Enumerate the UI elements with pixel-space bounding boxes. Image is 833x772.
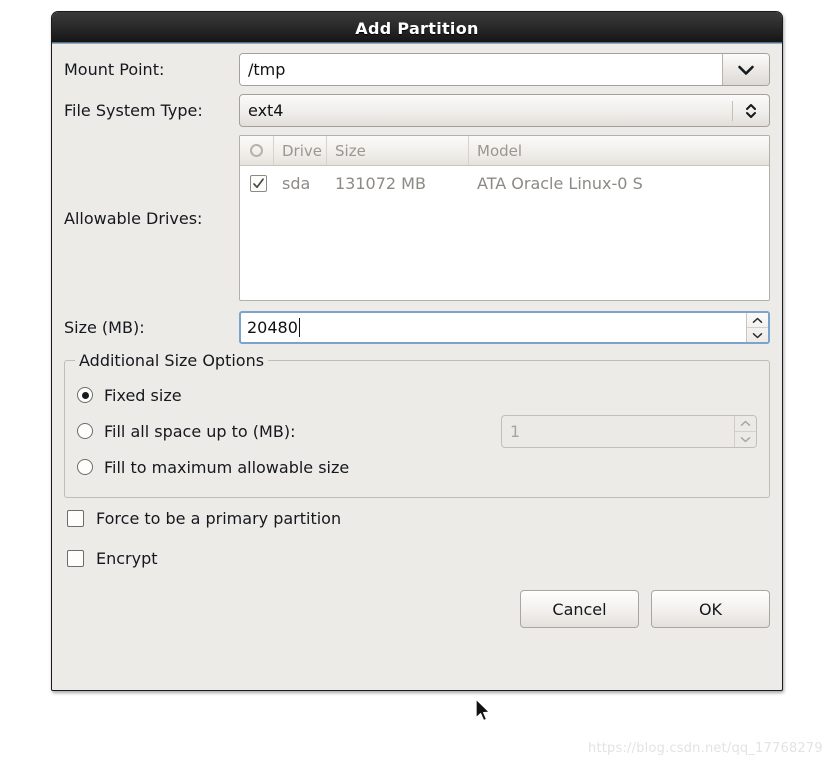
allowable-drives-row: Allowable Drives: Drive Size Model sda 1…	[64, 135, 770, 301]
fill-up-to-input: 1	[510, 421, 521, 441]
drives-header-model[interactable]: Model	[469, 136, 769, 165]
checkbox-force-primary[interactable]	[67, 509, 84, 527]
fill-up-to-spin-up-button	[735, 416, 756, 432]
chevron-up-icon	[740, 420, 751, 426]
chevron-down-icon	[740, 436, 751, 442]
drive-row-size: 131072 MB	[335, 173, 426, 193]
checkbox-row-force-primary[interactable]: Force to be a primary partition	[67, 498, 770, 538]
size-spin-buttons[interactable]	[746, 313, 768, 342]
dialog-title: Add Partition	[355, 18, 479, 38]
drive-row-model: ATA Oracle Linux-0 S	[477, 173, 643, 193]
fill-up-to-spinbox: 1	[501, 414, 757, 448]
dialog-body: Mount Point: /tmp File System Type: ext4	[52, 44, 782, 690]
cancel-button[interactable]: Cancel	[520, 590, 639, 628]
radio-label-fill-up-to: Fill all space up to (MB):	[104, 421, 296, 441]
drives-header-check[interactable]	[240, 136, 274, 165]
allowable-drives-list[interactable]: Drive Size Model sda 131072 MB ATA Oracl…	[239, 135, 770, 301]
size-label: Size (MB):	[64, 317, 145, 337]
drive-row-checkbox-cell[interactable]	[240, 166, 274, 200]
filesystem-type-dropdown-button[interactable]	[733, 101, 769, 121]
mouse-cursor-icon	[475, 698, 491, 722]
table-row[interactable]: sda 131072 MB ATA Oracle Linux-0 S	[240, 166, 769, 200]
dialog-button-bar: Cancel OK	[64, 590, 770, 628]
filesystem-type-row: File System Type: ext4	[64, 94, 770, 127]
chevron-up-icon	[752, 317, 763, 323]
filesystem-type-value: ext4	[248, 101, 284, 120]
add-partition-dialog: Add Partition Mount Point: /tmp File Sys…	[51, 11, 783, 691]
size-row: Size (MB): 20480	[64, 311, 770, 344]
chevron-up-down-icon	[746, 103, 756, 118]
size-input-value: 20480	[247, 318, 298, 337]
radio-row-fill-up-to[interactable]: Fill all space up to (MB): 1	[77, 413, 757, 449]
checkbox-checked-icon[interactable]	[250, 174, 267, 192]
ok-button[interactable]: OK	[651, 590, 770, 628]
size-spin-down-button[interactable]	[747, 328, 768, 342]
drives-header-drive[interactable]: Drive	[274, 136, 327, 165]
checkbox-encrypt[interactable]	[67, 549, 84, 567]
radio-selected-dot	[81, 391, 89, 399]
radio-row-fixed-size[interactable]: Fixed size	[77, 377, 757, 413]
screen-root: Add Partition Mount Point: /tmp File Sys…	[0, 0, 833, 772]
text-caret	[298, 318, 300, 337]
radio-label-fill-maximum: Fill to maximum allowable size	[104, 457, 350, 477]
fill-up-to-spin-buttons	[734, 415, 756, 447]
mount-point-input[interactable]: /tmp	[240, 54, 723, 85]
drive-row-name: sda	[282, 173, 311, 193]
checkbox-label-encrypt: Encrypt	[96, 548, 158, 568]
chevron-down-icon	[738, 65, 754, 75]
radio-fill-maximum[interactable]	[77, 459, 93, 475]
additional-size-options-group: Additional Size Options Fixed size Fill …	[64, 351, 770, 498]
checkmark-icon	[253, 177, 264, 188]
size-input-wrapper[interactable]: 20480	[241, 313, 746, 342]
chevron-down-icon	[752, 332, 763, 338]
dialog-titlebar: Add Partition	[52, 12, 782, 44]
checkbox-label-force-primary: Force to be a primary partition	[96, 508, 342, 528]
additional-size-options-title: Additional Size Options	[75, 351, 269, 370]
filesystem-type-label: File System Type:	[64, 100, 203, 120]
watermark-text: https://blog.csdn.net/qq_17768279	[588, 741, 823, 756]
fill-up-to-spin-down-button	[735, 432, 756, 447]
mount-point-dropdown-button[interactable]	[723, 54, 769, 85]
radio-fill-up-to[interactable]	[77, 423, 93, 439]
radio-row-fill-maximum[interactable]: Fill to maximum allowable size	[77, 449, 757, 485]
mount-point-row: Mount Point: /tmp	[64, 53, 770, 86]
circle-icon	[250, 144, 263, 157]
radio-fixed-size[interactable]	[77, 387, 93, 403]
mount-point-label: Mount Point:	[64, 59, 165, 79]
size-spinbox[interactable]: 20480	[239, 311, 770, 344]
drives-table-header: Drive Size Model	[240, 136, 769, 166]
allowable-drives-label: Allowable Drives:	[64, 208, 203, 228]
filesystem-type-combobox[interactable]: ext4	[239, 94, 770, 127]
drives-header-size[interactable]: Size	[327, 136, 469, 165]
size-spin-up-button[interactable]	[747, 313, 768, 328]
mount-point-combobox[interactable]: /tmp	[239, 53, 770, 86]
checkbox-row-encrypt[interactable]: Encrypt	[67, 538, 770, 578]
radio-label-fixed-size: Fixed size	[104, 385, 182, 405]
